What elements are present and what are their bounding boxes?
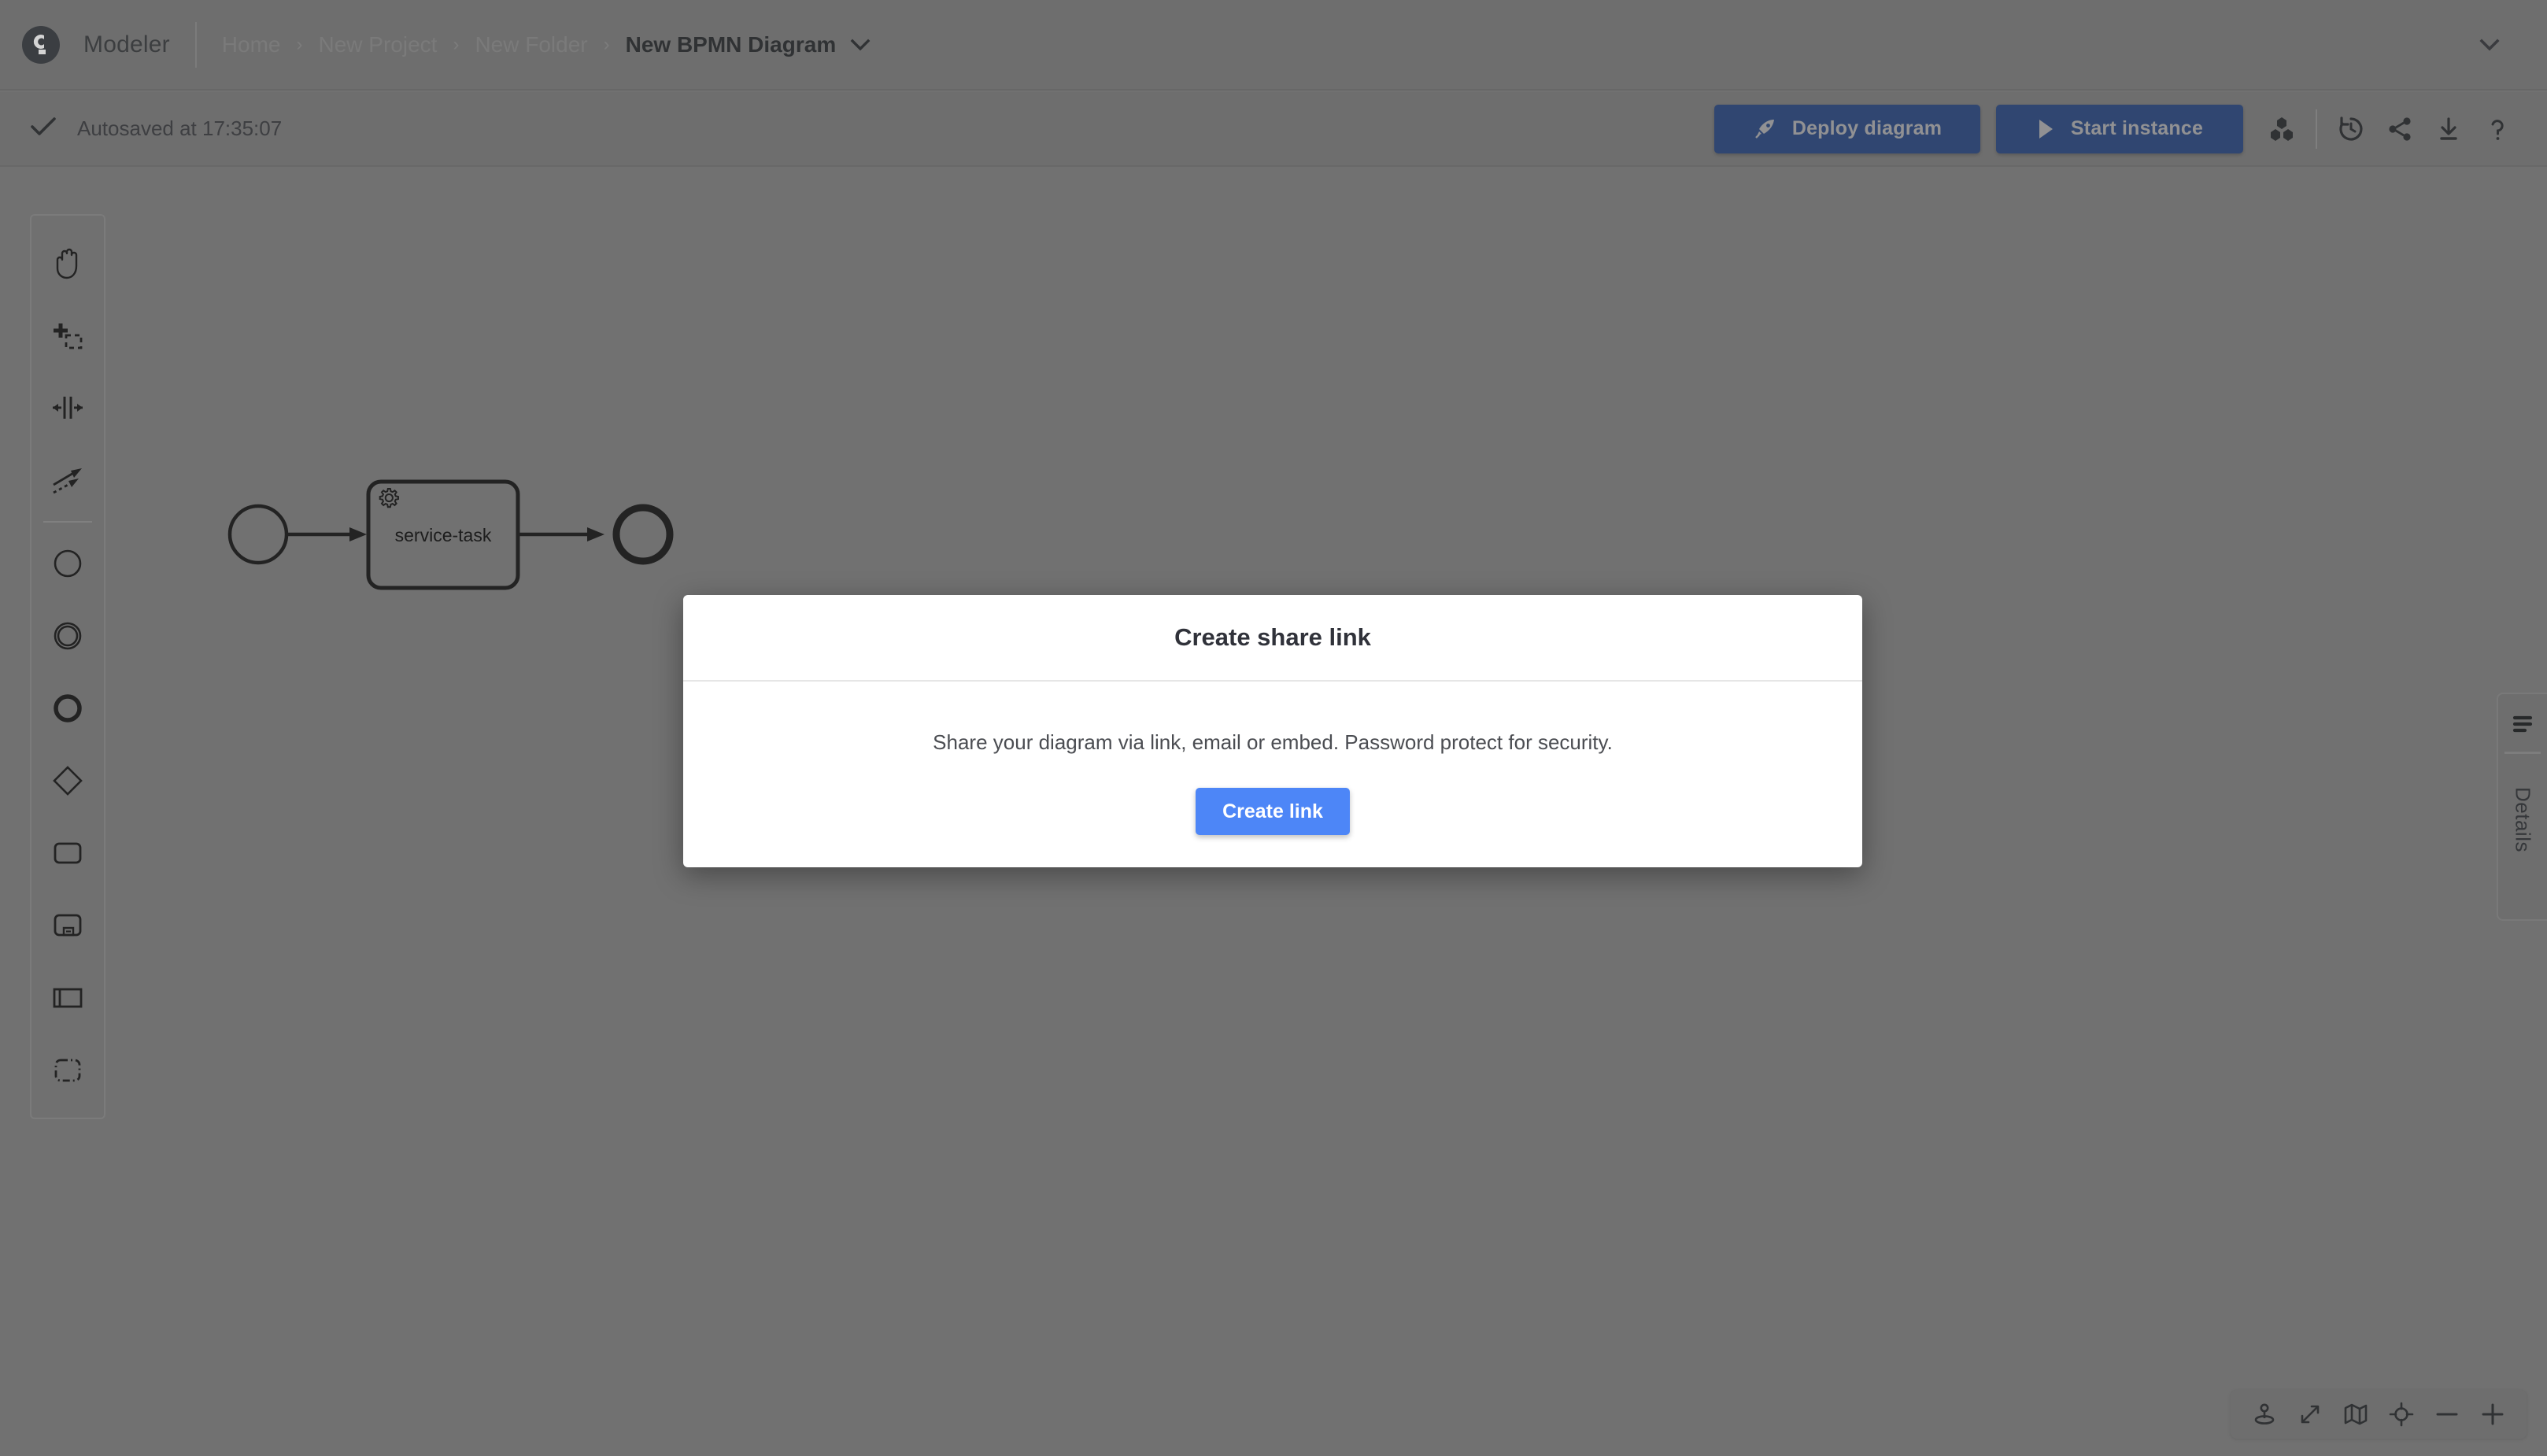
create-share-link-modal: Create share link Share your diagram via… [683,595,1862,867]
modeler-app: Modeler Home › New Project › New Folder … [0,0,2547,1456]
modal-header: Create share link [683,595,1862,682]
create-link-button[interactable]: Create link [1196,788,1350,835]
modal-description: Share your diagram via link, email or em… [933,730,1613,755]
modal-body: Share your diagram via link, email or em… [683,682,1862,867]
modal-title: Create share link [1174,623,1371,652]
